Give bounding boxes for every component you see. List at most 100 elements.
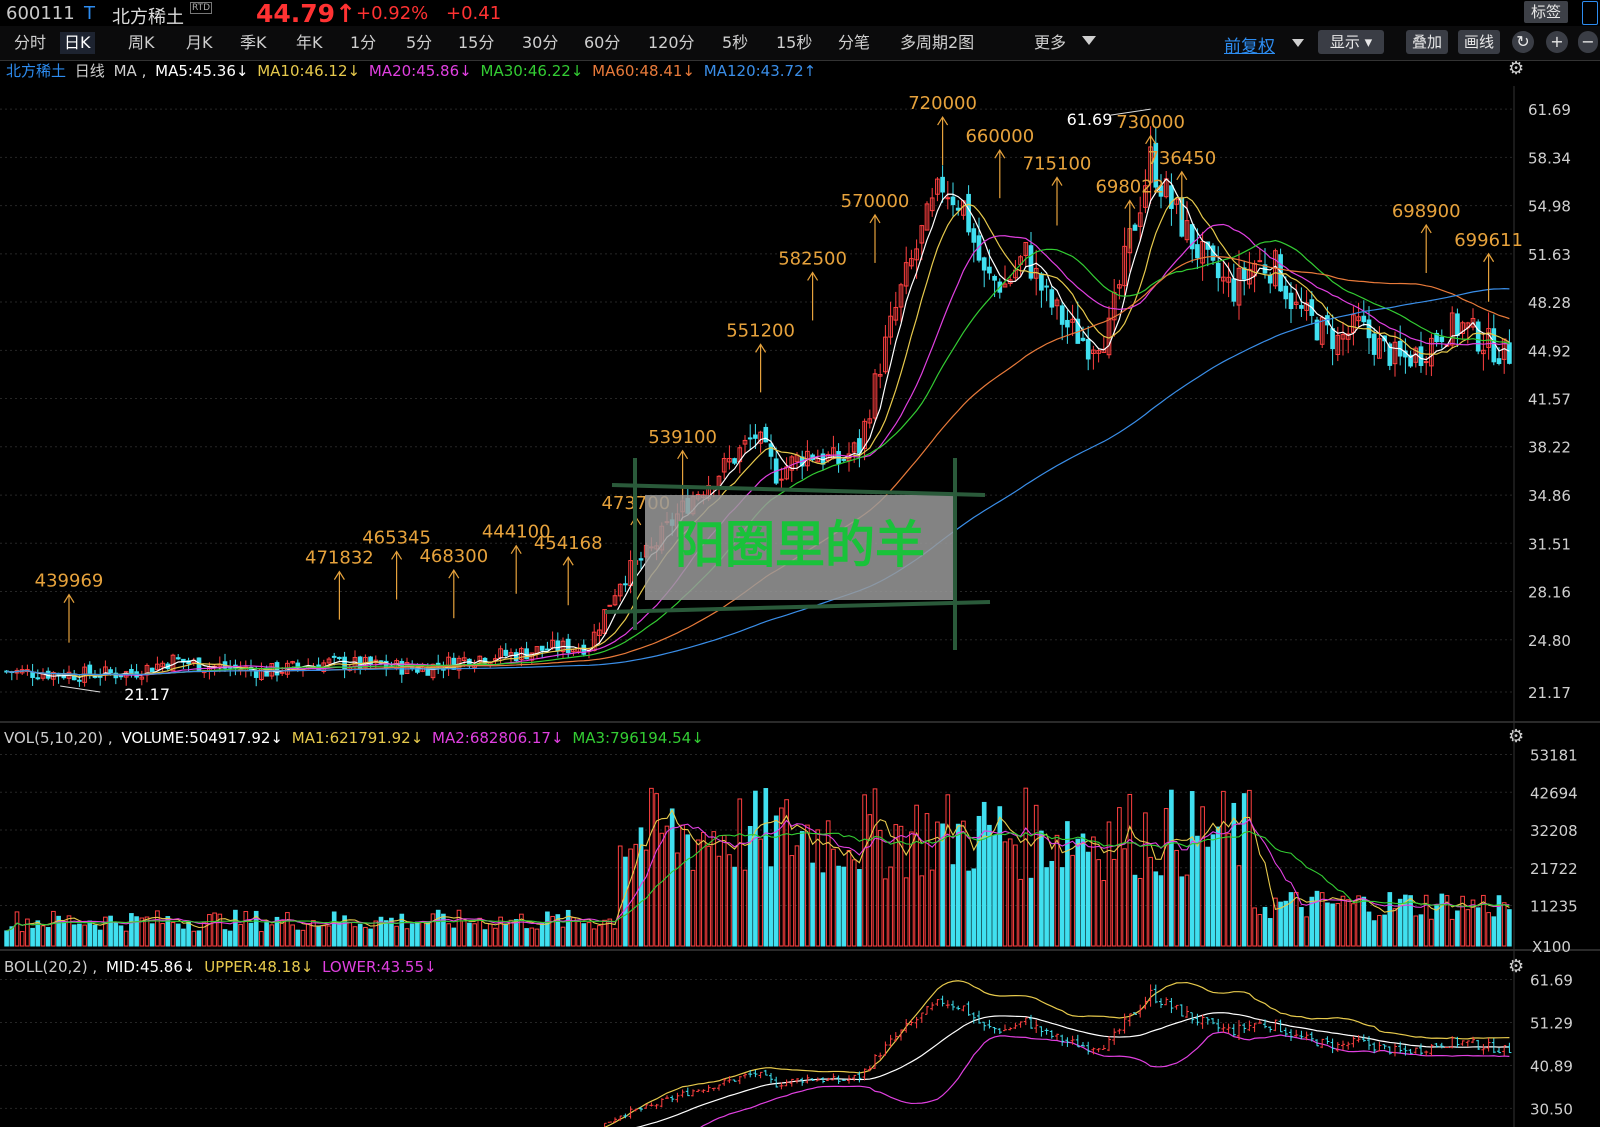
volume-bar: [1356, 895, 1361, 947]
tab-period-2[interactable]: 周K: [124, 32, 159, 54]
y-tick-label: 38.22: [1528, 439, 1571, 457]
volume-bar: [992, 834, 997, 947]
candle-body: [508, 652, 514, 657]
tab-period-16[interactable]: 更多: [1030, 32, 1070, 54]
volume-bar: [1080, 833, 1086, 947]
candle-body: [867, 418, 873, 424]
zoom-in-icon[interactable]: +: [1546, 31, 1568, 53]
legend-boll-upper: UPPER:48.18↓: [204, 958, 314, 976]
adjust-select[interactable]: 前复权: [1224, 32, 1275, 57]
candle-body: [1486, 328, 1491, 348]
annotation-label: 736450: [1147, 148, 1216, 169]
tab-period-14[interactable]: 分笔: [834, 32, 874, 54]
candle-body: [1382, 335, 1387, 342]
volume-bar: [1475, 907, 1481, 947]
stock-code: 600111: [6, 3, 75, 24]
volume-bar: [1267, 918, 1273, 947]
volume-bar: [139, 917, 145, 947]
candle-body: [529, 652, 535, 661]
volume-bar: [1106, 821, 1112, 947]
volume-bar: [305, 923, 311, 947]
candle-body: [274, 662, 280, 676]
candle-body: [175, 657, 181, 660]
volume-bar: [617, 845, 623, 947]
candle-body: [1111, 291, 1117, 321]
candle-body: [1377, 338, 1382, 359]
candle-body: [51, 672, 56, 680]
candle-body: [1325, 315, 1330, 326]
zoom-out-icon[interactable]: −: [1578, 31, 1598, 53]
candle-body: [1215, 262, 1221, 279]
tab-period-3[interactable]: 月K: [182, 32, 217, 54]
tab-period-8[interactable]: 15分: [454, 32, 498, 54]
volume-bar: [1117, 807, 1122, 947]
refresh-icon[interactable]: ↻: [1512, 31, 1534, 53]
tab-period-0[interactable]: 分时: [10, 32, 50, 54]
candle-body: [1455, 313, 1460, 336]
volume-bar: [77, 923, 82, 947]
candle-body: [435, 662, 441, 667]
candle-body: [1023, 242, 1029, 256]
volume-bar: [732, 866, 737, 947]
tag-button[interactable]: 标签: [1524, 1, 1568, 23]
tab-period-15[interactable]: 多周期2图: [896, 32, 978, 54]
vol-tick-label: 11235: [1530, 898, 1578, 916]
candle-body: [1002, 283, 1008, 288]
volume-bar: [181, 928, 186, 947]
volume-bar: [66, 915, 72, 947]
ma120-line: [6, 288, 1510, 676]
candle-body: [1491, 328, 1497, 363]
candle-body: [77, 679, 82, 682]
volume-bar: [1013, 844, 1018, 947]
tab-period-10[interactable]: 60分: [580, 32, 624, 54]
candle-body: [1195, 244, 1200, 259]
volume-bar: [914, 804, 919, 947]
candle-body: [337, 656, 342, 660]
chevron-down-icon[interactable]: [1292, 39, 1304, 47]
volume-bar: [269, 924, 275, 947]
volume-bar: [97, 929, 103, 947]
volume-bar: [389, 917, 394, 947]
period-tabs: 前复权 显示 ▾ 叠加 画线 ↻ + − 分时 日K 周K 月K 季K 年K 1分 5分 15分…: [0, 26, 1600, 61]
volume-bar: [529, 927, 535, 947]
candle-body: [404, 661, 410, 675]
tab-period-4[interactable]: 季K: [236, 32, 271, 54]
legend-boll-mid: MID:45.86↓: [105, 958, 196, 976]
candle-body: [1143, 185, 1148, 208]
candle-body: [1070, 318, 1075, 323]
side-panel-toggle[interactable]: [1582, 1, 1598, 25]
candle-body: [186, 660, 191, 665]
tab-period-12[interactable]: 5秒: [718, 32, 752, 54]
candle-body: [425, 666, 431, 676]
candle-body: [997, 281, 1003, 293]
candle-body: [420, 666, 425, 672]
tab-period-1[interactable]: 日K: [60, 32, 95, 54]
volume-bar: [243, 911, 249, 947]
display-button[interactable]: 显示 ▾: [1318, 30, 1384, 54]
tab-period-13[interactable]: 15秒: [772, 32, 816, 54]
volume-bar: [763, 788, 769, 947]
candle-body: [1267, 274, 1273, 284]
volume-bar: [1169, 789, 1174, 947]
volume-bar: [1319, 892, 1325, 947]
tab-period-7[interactable]: 5分: [402, 32, 436, 54]
settings-gear-icon[interactable]: ⚙: [1508, 956, 1524, 977]
settings-gear-icon[interactable]: ⚙: [1508, 58, 1524, 79]
candle-body: [1210, 245, 1216, 261]
candle-body: [487, 661, 493, 665]
trade-flag[interactable]: T: [84, 3, 95, 24]
volume-bar: [420, 921, 425, 947]
overlay-button[interactable]: 叠加: [1406, 30, 1448, 54]
candle-body: [1434, 332, 1439, 343]
tab-period-9[interactable]: 30分: [518, 32, 562, 54]
volume-bar: [857, 869, 862, 947]
tab-period-6[interactable]: 1分: [346, 32, 380, 54]
chevron-down-icon[interactable]: [1082, 36, 1096, 45]
draw-line-button[interactable]: 画线: [1458, 30, 1500, 54]
annotation-label: 660000: [965, 126, 1034, 147]
candle-body: [727, 457, 732, 463]
settings-gear-icon[interactable]: ⚙: [1508, 726, 1524, 747]
tab-period-11[interactable]: 120分: [644, 32, 699, 54]
candle-body: [1475, 321, 1481, 352]
tab-period-5[interactable]: 年K: [292, 32, 327, 54]
